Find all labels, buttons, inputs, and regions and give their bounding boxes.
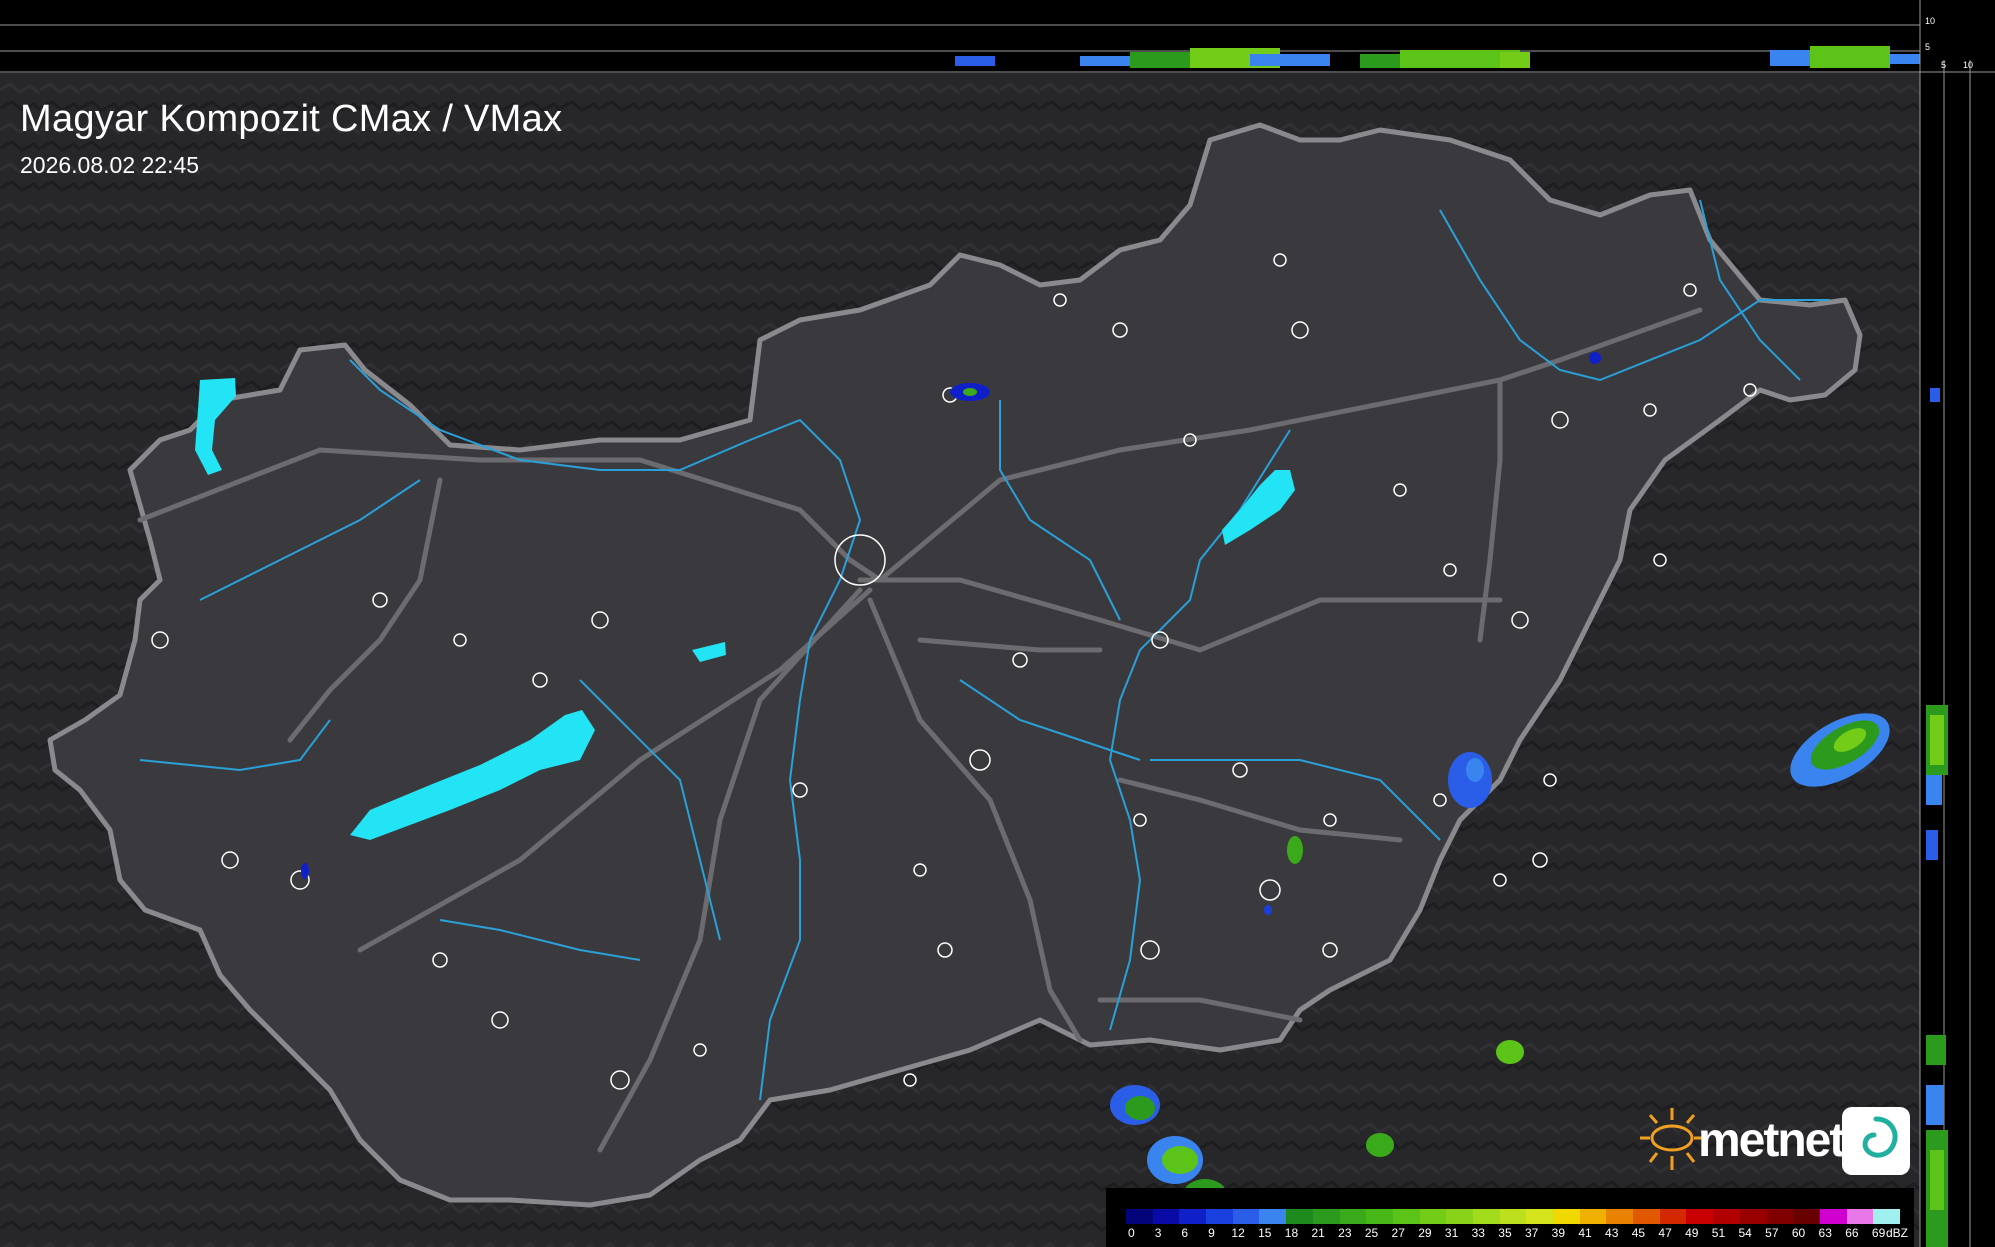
legend-swatch: [1499, 1209, 1527, 1224]
legend-label: 9: [1208, 1226, 1215, 1240]
map-timestamp: 2026.08.02 22:45: [20, 152, 200, 178]
legend-swatch: [1553, 1209, 1580, 1224]
legend-swatch: [1846, 1209, 1874, 1224]
legend-label: 35: [1498, 1226, 1512, 1240]
legend-swatch: [1472, 1209, 1500, 1224]
legend-swatch: [1206, 1209, 1233, 1224]
legend-label: 18: [1284, 1226, 1299, 1240]
legend-swatch: [1419, 1209, 1447, 1224]
legend-label: 3: [1154, 1226, 1162, 1240]
legend-label: 33: [1471, 1226, 1485, 1240]
profile-tick-top-10: 10: [1925, 16, 1936, 26]
legend-label: 66: [1845, 1226, 1859, 1240]
legend-label: 29: [1418, 1226, 1432, 1240]
legend-label: 63: [1818, 1226, 1832, 1240]
logo-text: metnet: [1698, 1114, 1845, 1167]
legend-label: 31: [1444, 1226, 1459, 1240]
legend-label: 6: [1181, 1226, 1189, 1240]
legend-swatch: [1339, 1209, 1367, 1224]
legend-label: 23: [1338, 1226, 1352, 1240]
legend-label: 25: [1364, 1226, 1379, 1240]
legend-label: 57: [1765, 1226, 1779, 1240]
legend-label: 37: [1524, 1226, 1539, 1240]
dbz-legend: 0 3 6 9 12 15 18 21 23 25 27 29 31 33 35 37 39 41 43 45 47 49…: [1106, 1188, 1914, 1247]
legend-label: 21: [1311, 1226, 1325, 1240]
legend-swatch: [1606, 1209, 1634, 1224]
legend-label: 47: [1658, 1226, 1672, 1240]
legend-label: 12: [1231, 1226, 1245, 1240]
legend-label: 45: [1631, 1226, 1646, 1240]
legend-label: 0: [1128, 1226, 1135, 1240]
legend-label: 27: [1391, 1226, 1405, 1240]
legend-swatch: [1686, 1209, 1714, 1224]
legend-unit: dBZ: [1885, 1226, 1908, 1240]
swirl-icon: [1842, 1107, 1910, 1175]
legend-labels: 0 3 6 9 12 15 18 21 23 25 27 29 31 33 35 37 39 41 43 45 47 49…: [1118, 1226, 1892, 1240]
legend-swatch: [1152, 1209, 1180, 1224]
legend-label: 15: [1258, 1226, 1272, 1240]
profile-tick-right-5: 5: [1941, 60, 1947, 70]
radar-map: [0, 0, 1995, 1247]
legend-swatch: [1713, 1209, 1740, 1224]
profile-tick-top-5: 5: [1925, 42, 1931, 52]
legend-label: 49: [1685, 1226, 1699, 1240]
legend-swatch: [1659, 1209, 1687, 1224]
legend-swatch: [1793, 1209, 1820, 1224]
legend-label: 39: [1551, 1226, 1566, 1240]
legend-swatch: [1446, 1209, 1473, 1224]
legend-color-bar: [1126, 1209, 1900, 1224]
legend-label: 54: [1738, 1226, 1752, 1240]
legend-label: 43: [1605, 1226, 1619, 1240]
legend-swatch: [1232, 1209, 1260, 1224]
profile-tick-right-10: 10: [1963, 60, 1974, 70]
legend-swatch: [1579, 1209, 1607, 1224]
legend-label: 60: [1791, 1226, 1806, 1240]
map-title: Magyar Kompozit CMax / VMax: [20, 98, 563, 140]
legend-swatch: [1739, 1209, 1767, 1224]
legend-label: 51: [1711, 1226, 1726, 1240]
legend-swatch: [1392, 1209, 1420, 1224]
metnet-logo: metnet: [1636, 1105, 1910, 1180]
legend-swatch: [1873, 1209, 1900, 1224]
legend-swatch: [1633, 1209, 1660, 1224]
legend-swatch: [1179, 1209, 1207, 1224]
legend-swatch: [1259, 1209, 1287, 1224]
legend-swatch: [1819, 1209, 1847, 1224]
legend-swatch: [1312, 1209, 1340, 1224]
legend-swatch: [1526, 1209, 1553, 1224]
legend-swatch: [1766, 1209, 1794, 1224]
legend-label: 41: [1578, 1226, 1592, 1240]
legend-swatch: [1126, 1209, 1153, 1224]
legend-swatch: [1286, 1209, 1313, 1224]
legend-swatch: [1366, 1209, 1393, 1224]
